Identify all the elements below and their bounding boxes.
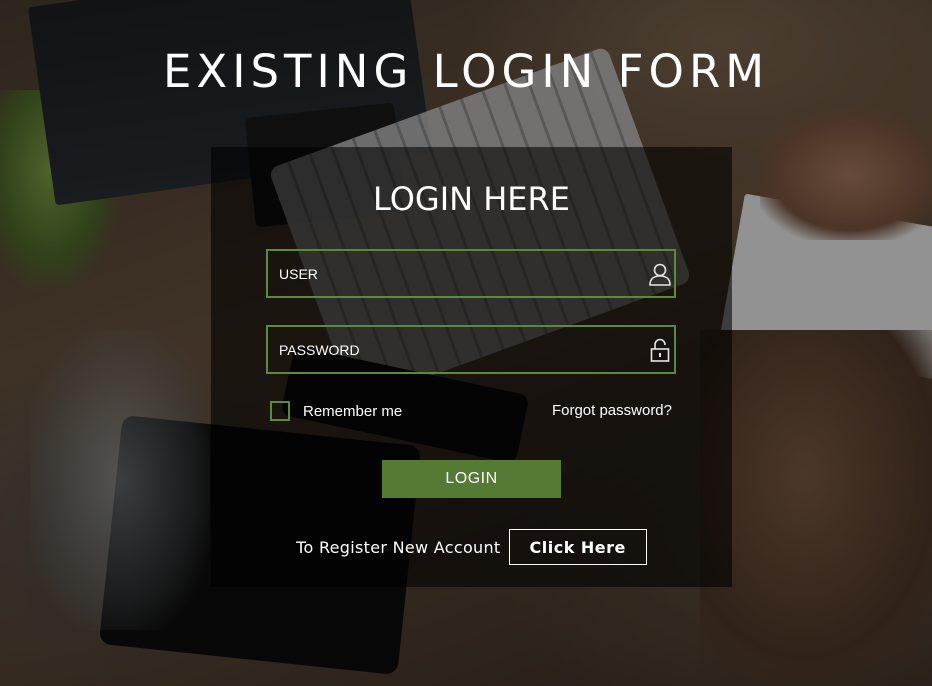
remember-me-label: Remember me — [303, 402, 403, 420]
page-title: EXISTING LOGIN FORM — [162, 45, 770, 98]
lock-icon — [650, 338, 670, 362]
password-field — [266, 325, 676, 374]
remember-me-checkbox[interactable] — [270, 401, 290, 421]
user-icon — [649, 263, 671, 286]
register-text: To Register New Account — [296, 537, 501, 557]
login-button[interactable]: LOGIN — [382, 460, 561, 498]
remember-me: Remember me — [270, 401, 402, 421]
login-panel: LOGIN HERE Remember me Forgot password? … — [211, 147, 732, 587]
login-panel-title: LOGIN HERE — [373, 180, 570, 218]
password-input[interactable] — [268, 327, 674, 372]
register-row: To Register New Account Click Here — [211, 529, 732, 565]
forgot-password-link[interactable]: Forgot password? — [552, 402, 672, 419]
user-field — [266, 249, 676, 298]
user-input[interactable] — [268, 251, 674, 296]
register-button[interactable]: Click Here — [508, 529, 647, 565]
